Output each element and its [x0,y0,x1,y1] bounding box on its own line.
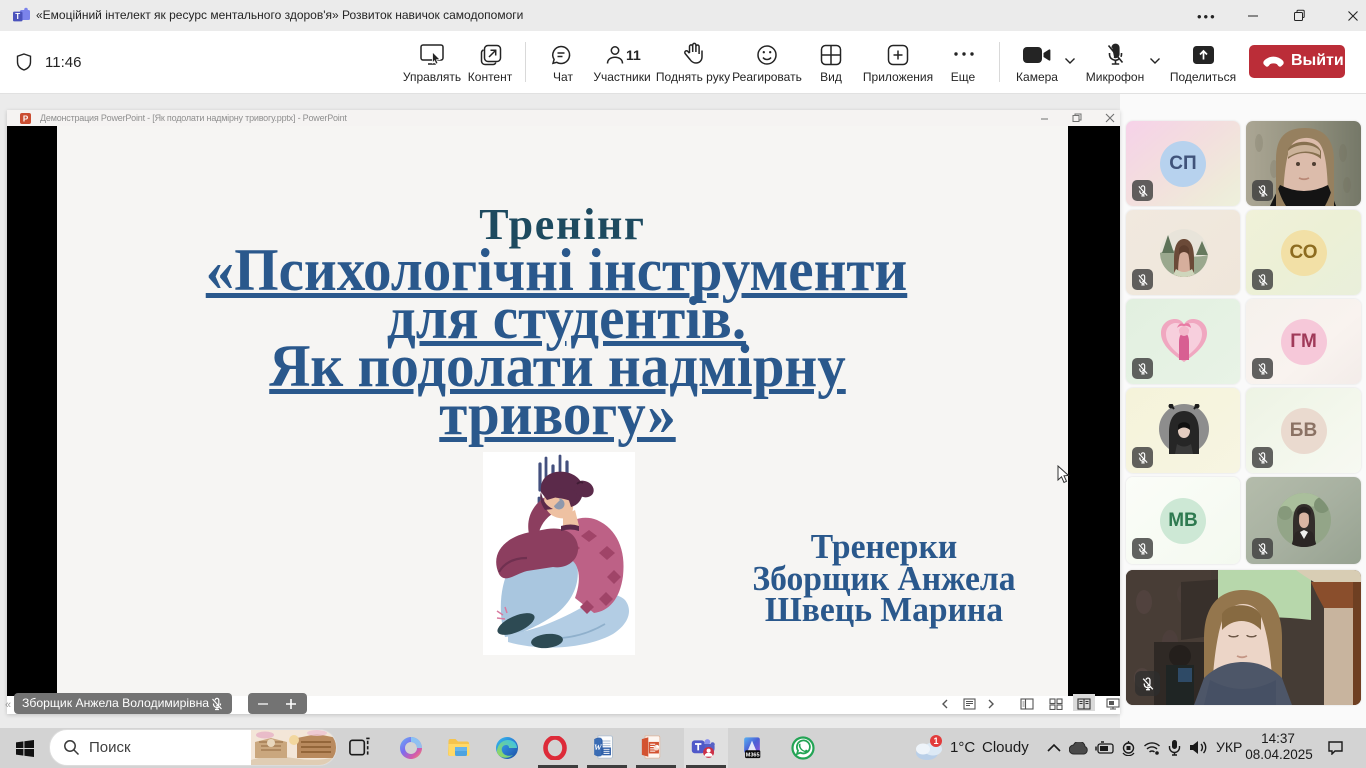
svg-text:M365: M365 [746,752,760,758]
svg-text:1: 1 [933,736,938,746]
svg-text:T: T [15,12,20,21]
svg-text:W: W [594,742,603,752]
svg-text:P: P [23,115,29,124]
